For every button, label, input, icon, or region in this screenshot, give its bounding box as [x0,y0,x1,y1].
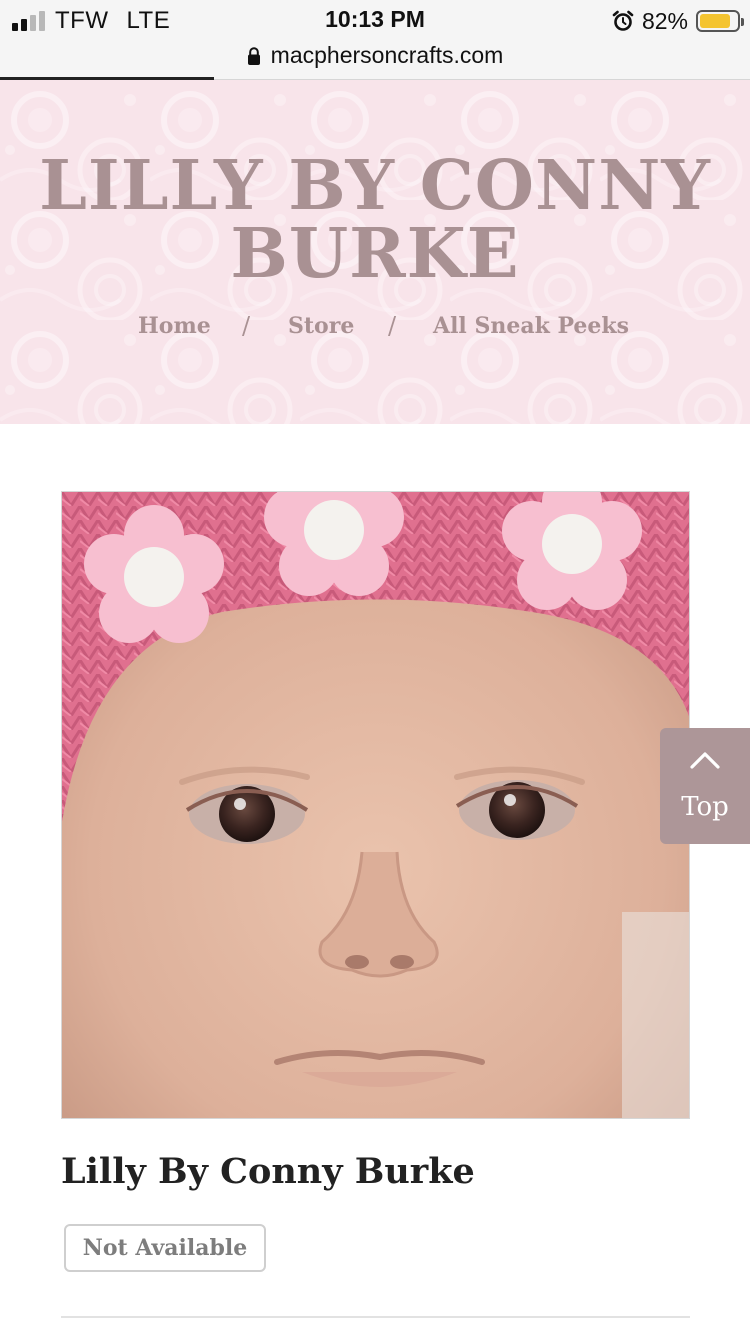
site-title-line-2[interactable]: BURKE [20,220,730,288]
breadcrumb-home-link[interactable]: Home [138,310,211,342]
product-title: Lilly By Conny Burke [61,1151,475,1192]
site-header: LILLY BY CONNY BURKE Home / Store / All … [0,80,750,424]
battery-icon [696,10,744,32]
lock-icon [247,46,260,65]
breadcrumb-all-sneak-peeks-link[interactable]: All Sneak Peeks [433,310,629,342]
breadcrumb-separator: / [242,312,251,340]
product-image[interactable] [61,491,690,1119]
scroll-to-top-button[interactable]: Top [660,728,750,844]
breadcrumb: Home / Store / All Sneak Peeks [0,310,750,342]
breadcrumb-store-link[interactable]: Store [288,310,354,342]
site-title-line-1[interactable]: LILLY BY CONNY [20,152,730,220]
doll-photo [62,492,689,1118]
status-bar: TFW LTE 10:13 PM 82% [0,0,750,40]
content-divider [61,1316,690,1318]
scroll-to-top-label: Top [681,792,729,822]
status-right: 82% [612,6,744,36]
battery-percent: 82% [641,7,688,34]
url-display[interactable]: macphersoncrafts.com [0,42,750,69]
breadcrumb-separator: / [388,312,397,340]
alarm-icon [612,10,634,31]
url-bar[interactable]: macphersoncrafts.com [0,40,750,80]
battery-nub [741,18,744,26]
url-text[interactable]: macphersoncrafts.com [271,42,504,69]
not-available-button[interactable]: Not Available [64,1224,266,1272]
chevron-up-icon [690,752,720,769]
site-title[interactable]: LILLY BY CONNY BURKE [20,152,730,288]
battery-level-fill [700,14,730,28]
